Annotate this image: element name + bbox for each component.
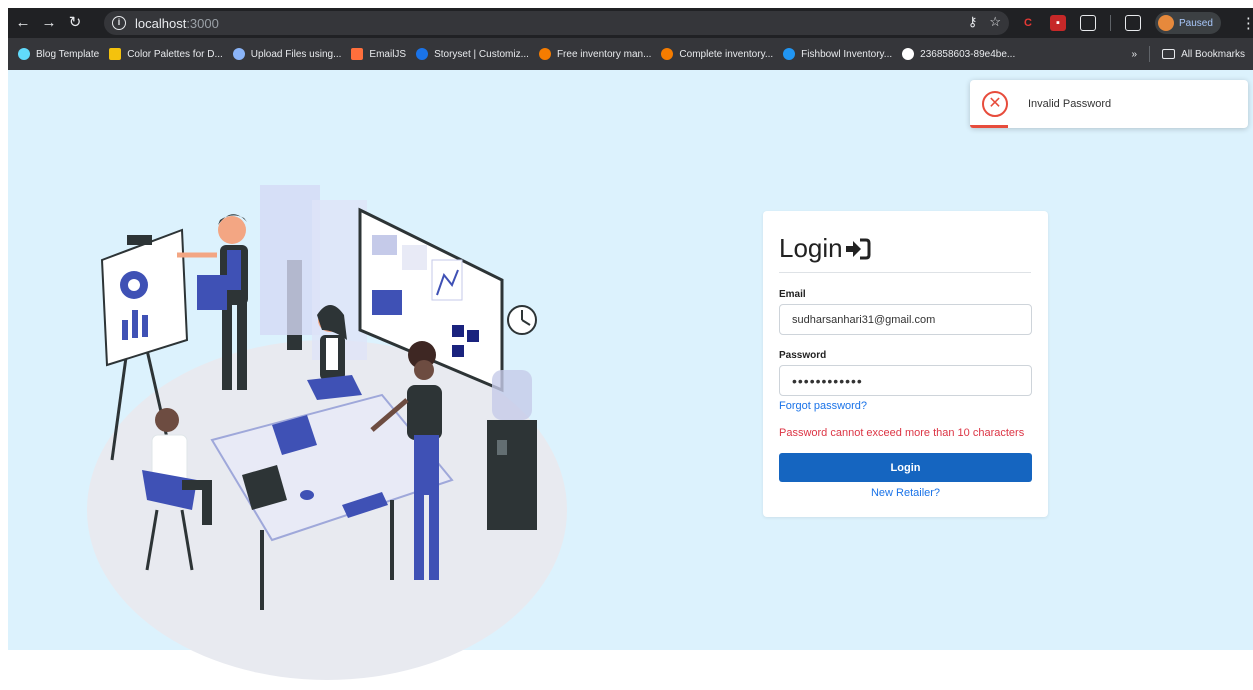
browser-toolbar: ← → ↻ i localhost:3000 ⚷ ☆ C ▪ Paused ⋮ (8, 8, 1253, 38)
error-x-icon: ✕ (982, 91, 1008, 117)
all-bookmarks-button[interactable]: All Bookmarks (1162, 49, 1245, 60)
menu-dots-icon[interactable]: ⋮ (1241, 14, 1253, 32)
sign-in-icon (845, 238, 871, 259)
more-bookmarks-button[interactable]: » (1132, 49, 1138, 60)
chatgpt-icon (538, 48, 551, 60)
fishbowl-icon (783, 48, 796, 60)
extension-red-icon[interactable]: ▪ (1050, 15, 1066, 31)
bookmark-item[interactable]: 236858603-89e4be... (902, 48, 1015, 60)
url-port: :3000 (186, 15, 219, 31)
bookmarks-separator (1149, 46, 1151, 62)
bookmark-item[interactable]: Blog Template (18, 48, 99, 60)
forgot-password-link[interactable]: Forgot password? (779, 400, 867, 412)
bookmark-item[interactable]: EmailJS (351, 48, 406, 60)
email-field[interactable] (779, 304, 1032, 335)
error-toast: ✕ Invalid Password (970, 80, 1248, 128)
profile-button[interactable]: Paused (1155, 12, 1221, 34)
forward-icon[interactable]: → (38, 12, 60, 34)
palette-icon (109, 48, 122, 60)
title-divider (779, 272, 1031, 273)
github-icon (902, 48, 915, 60)
reload-icon[interactable]: ↻ (64, 12, 86, 34)
password-label: Password (779, 350, 827, 361)
password-key-icon[interactable]: ⚷ (968, 14, 978, 30)
chatgpt-icon (661, 48, 674, 60)
site-info-icon[interactable]: i (112, 16, 126, 30)
bookmark-item[interactable]: Free inventory man... (538, 48, 651, 60)
profile-status: Paused (1179, 17, 1213, 29)
team-meeting-illustration (87, 185, 567, 680)
bookmark-item[interactable]: Color Palettes for D... (109, 48, 223, 60)
avatar (1158, 15, 1174, 31)
react-icon (18, 48, 30, 60)
side-panel-icon[interactable] (1125, 15, 1141, 31)
bookmarks-bar: Blog Template Color Palettes for D... Up… (8, 38, 1253, 70)
toast-progress-bar (970, 125, 1008, 128)
address-bar[interactable]: i localhost:3000 ⚷ ☆ (104, 11, 1009, 35)
bookmark-star-icon[interactable]: ☆ (989, 14, 1001, 30)
toolbar-separator (1110, 15, 1111, 31)
upload-icon (232, 48, 245, 60)
page-content: ✕ Invalid Password Login Email Password … (8, 70, 1253, 680)
emailjs-icon (351, 48, 364, 60)
back-icon[interactable]: ← (12, 12, 34, 34)
storyset-icon (416, 48, 429, 60)
extension-c-icon[interactable]: C (1020, 15, 1036, 31)
browser-chrome: ← → ↻ i localhost:3000 ⚷ ☆ C ▪ Paused ⋮ … (8, 8, 1253, 70)
bookmark-item[interactable]: Upload Files using... (232, 48, 341, 60)
url-host: localhost (135, 15, 187, 31)
password-error-message: Password cannot exceed more than 10 char… (779, 427, 1025, 439)
login-card: Login Email Password Forgot password? Pa… (763, 211, 1048, 517)
bookmark-item[interactable]: Fishbowl Inventory... (783, 48, 892, 60)
extensions-puzzle-icon[interactable] (1080, 15, 1096, 31)
new-retailer-link[interactable]: New Retailer? (763, 487, 1048, 499)
folder-icon (1162, 48, 1176, 59)
email-label: Email (779, 289, 806, 300)
password-field[interactable] (779, 365, 1032, 396)
toast-message: Invalid Password (1028, 98, 1112, 110)
bookmark-item[interactable]: Complete inventory... (661, 48, 773, 60)
login-button[interactable]: Login (779, 453, 1032, 482)
bookmark-item[interactable]: Storyset | Customiz... (416, 48, 529, 60)
page-title: Login (779, 233, 871, 264)
